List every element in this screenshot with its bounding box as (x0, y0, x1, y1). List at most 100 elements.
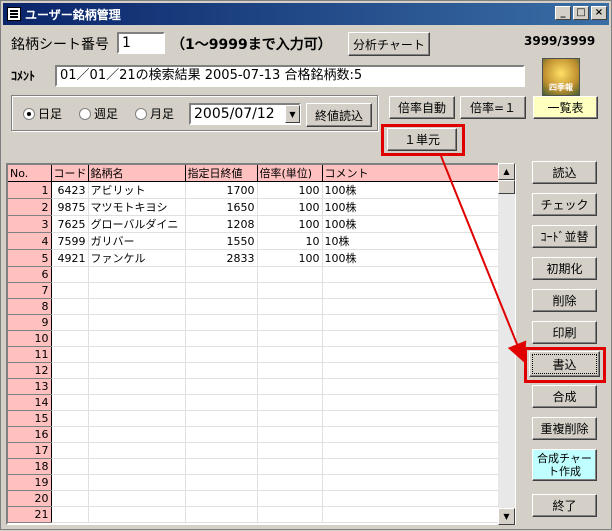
table-cell[interactable] (322, 298, 499, 315)
table-cell[interactable] (51, 506, 89, 523)
table-cell[interactable] (88, 506, 186, 523)
sheet-number-input[interactable]: 1 (117, 32, 165, 54)
table-cell[interactable]: 7599 (51, 232, 89, 250)
table-row[interactable]: 1 6423 アビリット 1700 100 100株 (8, 181, 499, 199)
table-cell[interactable] (185, 458, 258, 475)
combine-button[interactable]: 合成 (532, 385, 597, 408)
table-cell[interactable] (88, 378, 186, 395)
ratio-one-button[interactable]: 倍率=１ (460, 96, 526, 119)
table-row[interactable]: 20 (8, 490, 499, 507)
table-cell[interactable] (257, 442, 323, 459)
table-cell[interactable] (185, 442, 258, 459)
table-cell[interactable] (257, 490, 323, 507)
table-cell[interactable] (51, 394, 89, 411)
table-cell[interactable] (322, 394, 499, 411)
table-cell[interactable] (185, 474, 258, 491)
column-header[interactable]: コード (51, 165, 89, 182)
close-icon[interactable]: × (591, 6, 607, 20)
table-cell[interactable] (88, 426, 186, 443)
table-cell[interactable] (322, 458, 499, 475)
close-price-load-button[interactable]: 終値読込 (306, 103, 372, 127)
column-header[interactable]: 指定日終値 (185, 165, 258, 182)
table-cell[interactable] (88, 394, 186, 411)
table-cell[interactable] (185, 490, 258, 507)
table-row[interactable]: 22 (8, 522, 499, 523)
radio-monthly[interactable]: 月足 (135, 105, 174, 122)
column-header[interactable]: コメント (322, 165, 499, 182)
table-cell[interactable] (88, 362, 186, 379)
table-cell[interactable] (257, 346, 323, 363)
table-cell[interactable] (185, 314, 258, 331)
exit-button[interactable]: 終了 (532, 494, 597, 517)
table-cell[interactable] (51, 378, 89, 395)
table-cell[interactable] (185, 330, 258, 347)
table-cell[interactable] (88, 474, 186, 491)
table-row[interactable]: 16 (8, 426, 499, 443)
table-cell[interactable]: 4921 (51, 249, 89, 267)
table-cell[interactable]: 7625 (51, 215, 89, 233)
radio-daily[interactable]: 日足 (23, 105, 62, 122)
table-cell[interactable] (185, 282, 258, 299)
table-cell[interactable] (322, 522, 499, 523)
table-cell[interactable] (88, 346, 186, 363)
table-row[interactable]: 5 4921 ファンケル 2833 100 100株 (8, 249, 499, 267)
table-cell[interactable]: 100 (257, 198, 323, 216)
table-row[interactable]: 2 9875 マツモトキヨシ 1650 100 100株 (8, 198, 499, 216)
table-cell[interactable] (51, 490, 89, 507)
table-cell[interactable] (257, 362, 323, 379)
table-cell[interactable] (257, 506, 323, 523)
table-cell[interactable] (51, 330, 89, 347)
table-cell[interactable]: アビリット (88, 181, 186, 199)
table-cell[interactable] (257, 378, 323, 395)
table-row[interactable]: 15 (8, 410, 499, 427)
table-cell[interactable] (88, 282, 186, 299)
table-cell[interactable] (185, 410, 258, 427)
table-cell[interactable] (257, 410, 323, 427)
table-cell[interactable] (51, 458, 89, 475)
table-cell[interactable] (51, 426, 89, 443)
table-cell[interactable] (88, 330, 186, 347)
table-row[interactable]: 8 (8, 298, 499, 315)
dedupe-button[interactable]: 重複削除 (532, 417, 597, 440)
table-row[interactable]: 17 (8, 442, 499, 459)
table-cell[interactable] (257, 458, 323, 475)
table-cell[interactable]: グローバルダイニ (88, 215, 186, 233)
table-cell[interactable] (257, 330, 323, 347)
table-cell[interactable]: マツモトキヨシ (88, 198, 186, 216)
table-cell[interactable] (88, 298, 186, 315)
table-cell[interactable] (51, 410, 89, 427)
table-cell[interactable] (51, 314, 89, 331)
table-row[interactable]: 18 (8, 458, 499, 475)
table-row[interactable]: 9 (8, 314, 499, 331)
table-row[interactable]: 4 7599 ガリバー 1550 10 10株 (8, 232, 499, 250)
table-cell[interactable]: 100 (257, 249, 323, 267)
table-cell[interactable]: 1700 (185, 181, 258, 199)
table-cell[interactable] (322, 314, 499, 331)
table-cell[interactable]: 100 (257, 215, 323, 233)
table-cell[interactable] (322, 330, 499, 347)
table-cell[interactable] (88, 490, 186, 507)
table-cell[interactable]: ファンケル (88, 249, 186, 267)
table-cell[interactable] (185, 394, 258, 411)
delete-button[interactable]: 削除 (532, 289, 597, 312)
combo-chart-button[interactable]: 合成チャート作成 (532, 449, 597, 481)
table-cell[interactable]: 100 (257, 181, 323, 199)
table-cell[interactable] (88, 410, 186, 427)
shikiho-logo[interactable]: 四季報 (542, 58, 580, 96)
scroll-down-icon[interactable]: ▼ (498, 508, 515, 525)
table-cell[interactable]: 100株 (322, 249, 499, 267)
minimize-icon[interactable]: _ (555, 6, 571, 20)
table-cell[interactable] (257, 426, 323, 443)
scroll-up-icon[interactable]: ▲ (498, 163, 515, 180)
table-cell[interactable] (185, 298, 258, 315)
table-cell[interactable] (322, 474, 499, 491)
column-header[interactable]: 銘柄名 (88, 165, 186, 182)
chevron-down-icon[interactable]: ▼ (285, 105, 300, 123)
table-cell[interactable] (257, 522, 323, 523)
table-cell[interactable] (51, 522, 89, 523)
table-cell[interactable] (51, 362, 89, 379)
initialize-button[interactable]: 初期化 (532, 257, 597, 280)
table-cell[interactable] (257, 282, 323, 299)
table-cell[interactable] (322, 362, 499, 379)
table-scrollbar[interactable]: ▲ ▼ (498, 163, 515, 525)
